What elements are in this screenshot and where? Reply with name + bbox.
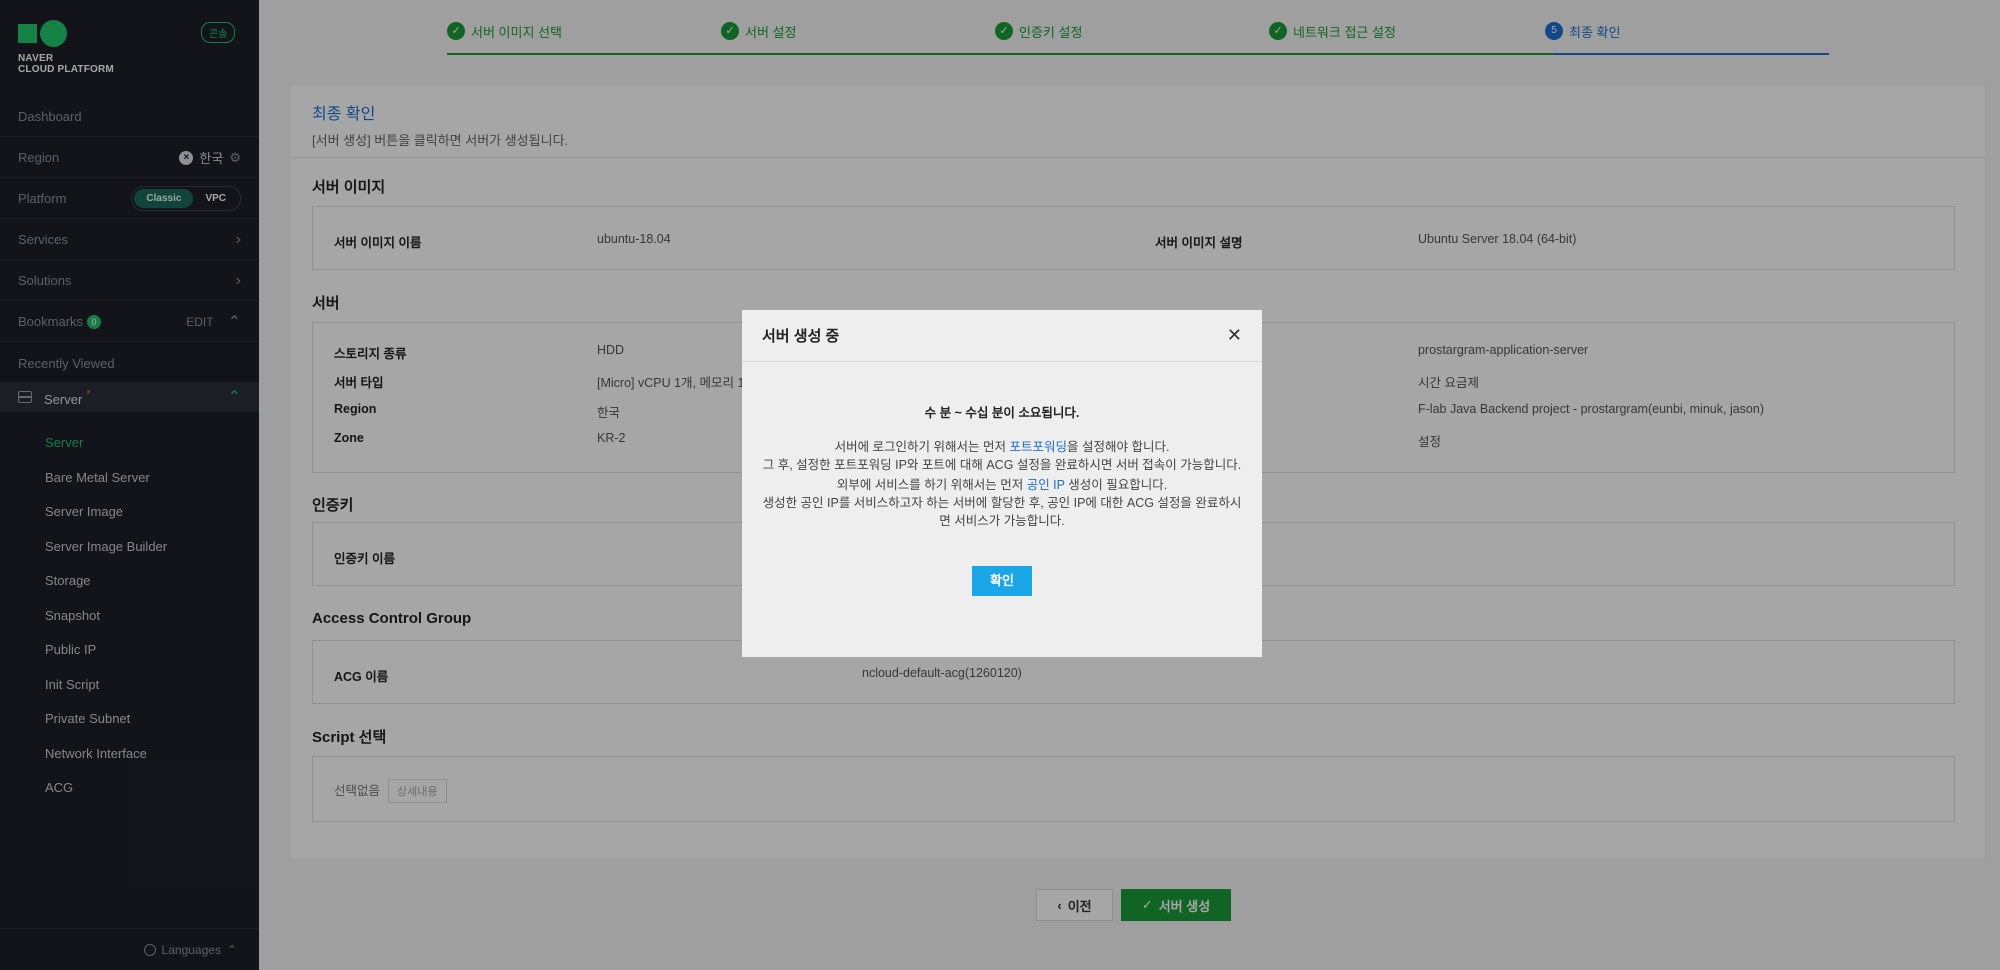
ok-button[interactable]: 확인 [972,566,1032,596]
modal-p3: 외부에 서비스를 하기 위해서는 먼저 공인 IP 생성이 필요합니다. [762,476,1242,494]
port-forwarding-link[interactable]: 포트포워딩 [1009,440,1067,454]
modal-p3-post: 생성이 필요합니다. [1064,478,1168,492]
modal-lead: 수 분 ~ 수십 분이 소요됩니다. [924,406,1080,420]
modal-title: 서버 생성 중 [762,328,840,345]
modal-p2: 그 후, 설정한 포트포워딩 IP와 포트에 대해 ACG 설정을 완료하시면 … [762,458,1242,472]
close-icon[interactable]: ✕ [1227,325,1242,346]
modal-p1-post: 을 설정해야 합니다. [1067,440,1170,454]
modal-header: 서버 생성 중 ✕ [742,310,1262,362]
modal-body: 수 분 ~ 수십 분이 소요됩니다. 서버에 로그인하기 위해서는 먼저 포트포… [742,362,1262,596]
modal-p1-pre: 서버에 로그인하기 위해서는 먼저 [834,440,1010,454]
modal-p4: 생성한 공인 IP를 서비스하고자 하는 서버에 할당한 후, 공인 IP에 대… [762,496,1242,528]
server-creating-modal: 서버 생성 중 ✕ 수 분 ~ 수십 분이 소요됩니다. 서버에 로그인하기 위… [742,310,1262,657]
modal-p1: 서버에 로그인하기 위해서는 먼저 포트포워딩을 설정해야 합니다. [762,438,1242,456]
public-ip-link[interactable]: 공인 IP [1027,478,1065,492]
modal-p3-pre: 외부에 서비스를 하기 위해서는 먼저 [836,478,1027,492]
